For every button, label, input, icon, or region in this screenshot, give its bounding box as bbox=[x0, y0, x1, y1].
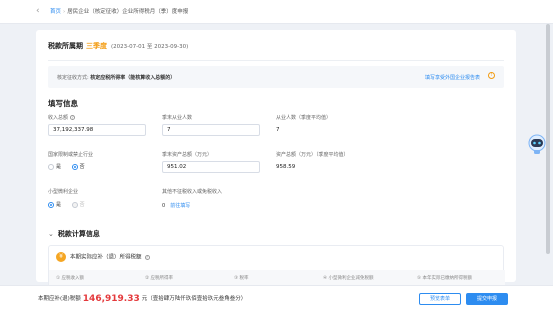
income-total-label: 收入总额? bbox=[48, 114, 76, 121]
assistant-robot-icon[interactable] bbox=[527, 133, 547, 155]
income-total-input[interactable]: 37,192,337.98 bbox=[48, 124, 146, 136]
calc-column-4: ④ 小型微利企业减免税额 bbox=[323, 276, 374, 281]
foreign-enterprise-report-link[interactable]: 填写享受外国企业报告表 bbox=[425, 74, 480, 81]
tax-payable-title: 本期实际应补（退）所得税额 bbox=[70, 254, 142, 261]
tax-total-suffix: 元（壹拾肆万陆仟玖佰壹拾玖元叁角叁分） bbox=[141, 296, 247, 302]
help-icon[interactable]: ? bbox=[144, 254, 150, 260]
restricted-industry-option-yes[interactable]: 是 bbox=[48, 163, 62, 170]
collection-method-bar: 核定征收方式: 核定应税所得率（能核算收入总额的） 填写享受外国企业报告表 ! bbox=[48, 66, 504, 88]
top-bar: ‹ 首页 › 居民企业（核定征收）企业所得税月（季）度申报 bbox=[0, 0, 553, 24]
calc-column-2: ② 应税所得率 bbox=[145, 276, 173, 281]
employees-avg-label: 从业人数（季度平均值） bbox=[276, 115, 332, 121]
restricted-industry-option-no[interactable]: 否 bbox=[71, 163, 85, 170]
employees-q-end-label: 季末从业人数 bbox=[162, 115, 193, 121]
option-label: 是 bbox=[56, 164, 62, 170]
radio-checked-icon bbox=[71, 163, 78, 170]
tax-period-label: 税款所属期 bbox=[48, 42, 83, 50]
employees-q-end-input[interactable]: 7 bbox=[162, 124, 260, 136]
preview-form-button[interactable]: 预览表单 bbox=[419, 293, 461, 305]
radio-icon bbox=[48, 163, 54, 170]
radio-checked-icon bbox=[48, 201, 54, 208]
other-deductions-value: 0 bbox=[162, 203, 166, 209]
breadcrumb: 首页 › 居民企业（核定征收）企业所得税月（季）度申报 bbox=[50, 7, 188, 15]
tax-calc-title-text: 税款计算信息 bbox=[57, 230, 100, 238]
fill-info-title: 填写信息 bbox=[48, 99, 78, 108]
chevron-down-icon: ⌄ bbox=[48, 230, 54, 238]
calc-column-5: ⑤ 本年实际已缴纳所得税额 bbox=[417, 276, 472, 281]
collection-method-label: 核定征收方式: bbox=[57, 75, 89, 81]
income-total-label-text: 收入总额 bbox=[48, 115, 69, 121]
info-icon[interactable]: ! bbox=[488, 72, 495, 79]
tax-payable-header: ¥ 本期实际应补（退）所得税额? bbox=[56, 252, 150, 262]
go-fill-link[interactable]: 前往填写 bbox=[170, 203, 190, 209]
radio-disabled-icon bbox=[71, 201, 78, 208]
small-micro-option-no: 否 bbox=[71, 201, 85, 208]
collection-method-value: 核定应税所得率（能核算收入总额的） bbox=[90, 75, 176, 81]
other-deductions-row: 0 前往填写 bbox=[162, 202, 190, 209]
footer-bar: 本期应补(退)税额 146,919.33 元（壹拾肆万陆仟玖佰壹拾玖元叁角叁分） 预… bbox=[0, 285, 553, 310]
breadcrumb-current: 居民企业（核定征收）企业所得税月（季）度申报 bbox=[67, 9, 189, 15]
tax-calc-title[interactable]: ⌄ 税款计算信息 bbox=[48, 229, 100, 239]
option-label: 是 bbox=[56, 202, 62, 208]
breadcrumb-separator-icon: › bbox=[63, 9, 66, 15]
assets-avg-label: 资产总额（万元）（季度平均值） bbox=[276, 152, 349, 158]
tax-total-label: 本期应补(退)税额 bbox=[38, 296, 81, 302]
calc-column-1: ① 应税收入额 bbox=[56, 276, 84, 281]
divider bbox=[48, 60, 504, 61]
help-icon[interactable]: ? bbox=[70, 115, 76, 120]
tax-period-title: 税款所属期 三季度 (2023-07-01 至 2023-09-30) bbox=[48, 41, 188, 51]
back-chevron-icon[interactable]: ‹ bbox=[36, 6, 40, 16]
assets-q-end-label: 季末资产总额（万元） bbox=[162, 152, 213, 158]
option-label: 否 bbox=[79, 164, 85, 170]
currency-yen-icon: ¥ bbox=[56, 252, 66, 262]
tax-total-amount: 146,919.33 bbox=[82, 294, 140, 304]
collection-method-text: 核定征收方式: 核定应税所得率（能核算收入总额的） bbox=[57, 74, 175, 81]
restricted-industry-label: 国家限制或禁止行业 bbox=[48, 152, 94, 158]
small-micro-option-yes[interactable]: 是 bbox=[48, 201, 62, 208]
declaration-card: 税款所属期 三季度 (2023-07-01 至 2023-09-30) 核定征收方式… bbox=[36, 30, 516, 295]
other-deductions-label: 其他不征税收入或免税收入 bbox=[162, 189, 223, 195]
option-label: 否 bbox=[79, 202, 85, 208]
calc-column-3: ③ 税率 bbox=[234, 276, 249, 281]
assets-q-end-input[interactable]: 951.02 bbox=[162, 161, 260, 173]
tax-period-range: (2023-07-01 至 2023-09-30) bbox=[111, 44, 189, 50]
submit-declaration-button[interactable]: 提交申报 bbox=[466, 293, 508, 305]
tax-period-quarter: 三季度 bbox=[86, 42, 107, 50]
tax-total-summary: 本期应补(退)税额 146,919.33 元（壹拾肆万陆仟玖佰壹拾玖元叁角叁分） bbox=[38, 294, 246, 304]
employees-avg-value: 7 bbox=[276, 127, 280, 133]
breadcrumb-home[interactable]: 首页 bbox=[50, 9, 61, 15]
assets-avg-value: 958.59 bbox=[276, 164, 296, 170]
small-micro-label: 小型微利企业 bbox=[48, 189, 79, 195]
restricted-industry-radio-group: 是 否 bbox=[48, 163, 94, 170]
small-micro-radio-group: 是 否 bbox=[48, 201, 94, 208]
